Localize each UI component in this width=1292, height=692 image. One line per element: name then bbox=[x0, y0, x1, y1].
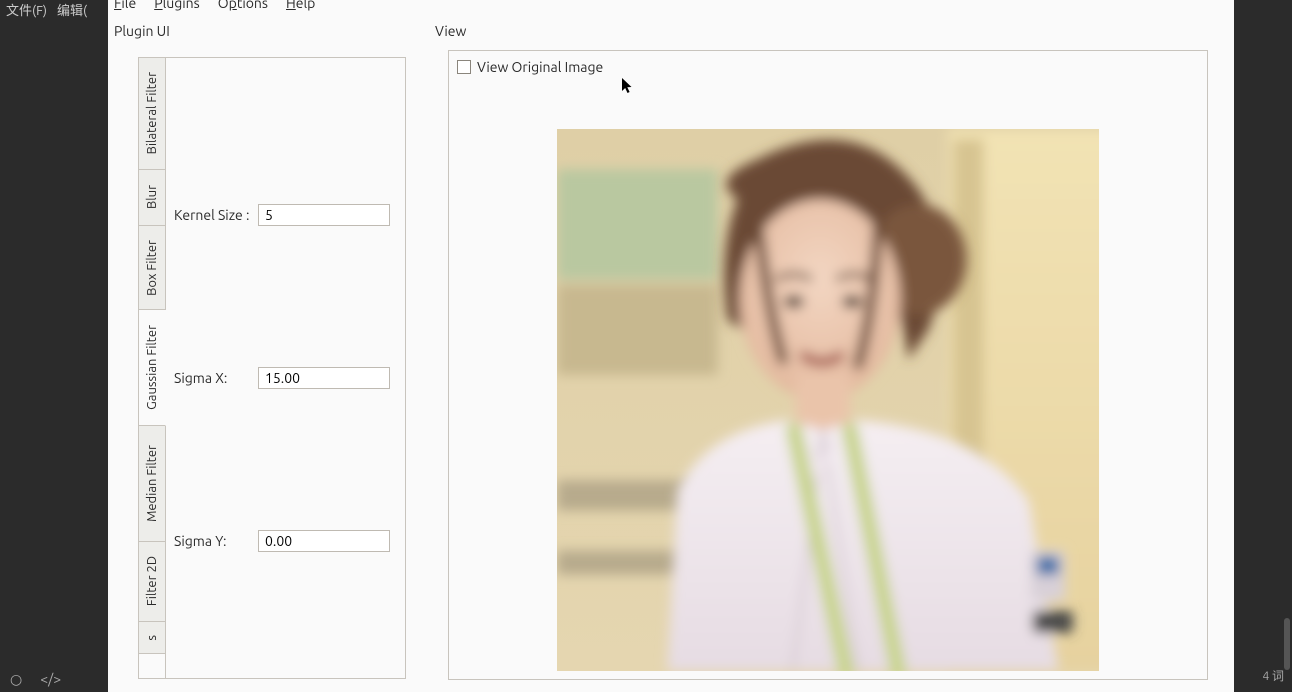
preview-image bbox=[557, 129, 1099, 671]
view-original-row: View Original Image bbox=[457, 59, 603, 75]
menu-options[interactable]: Options bbox=[218, 0, 268, 11]
right-dark-strip bbox=[1234, 0, 1292, 692]
filter-tab-strip: Bilateral Filter Blur Box Filter Gaussian F… bbox=[139, 58, 166, 678]
desktop-menu-edit[interactable]: 编辑( bbox=[57, 0, 87, 19]
filter-tab-label: s bbox=[145, 627, 159, 649]
sigma-x-label: Sigma X: bbox=[174, 370, 258, 386]
filter-tab-gaussian[interactable]: Gaussian Filter bbox=[139, 310, 166, 426]
sigma-x-input[interactable] bbox=[259, 368, 452, 388]
kernel-size-spinbox[interactable]: ▲ ▼ bbox=[258, 204, 390, 226]
sigma-x-row: Sigma X: ▲ ▼ bbox=[174, 367, 390, 389]
sigma-y-spinbox[interactable]: ▲ ▼ bbox=[258, 530, 390, 552]
filter-tab-label: Median Filter bbox=[145, 437, 159, 530]
sigma-y-label: Sigma Y: bbox=[174, 533, 258, 549]
sigma-x-spinbox[interactable]: ▲ ▼ bbox=[258, 367, 390, 389]
filter-tab-box[interactable]: Box Filter bbox=[139, 226, 165, 310]
kernel-size-row: Kernel Size : ▲ ▼ bbox=[174, 204, 390, 226]
kernel-size-label: Kernel Size : bbox=[174, 207, 258, 223]
filter-tab-s[interactable]: s bbox=[139, 622, 165, 654]
filter-tab-blur[interactable]: Blur bbox=[139, 170, 165, 226]
desktop-top-menu: 文件(F) 编辑( bbox=[0, 0, 114, 14]
app-menubar: File Plugins Options Help bbox=[108, 0, 1234, 13]
menu-help[interactable]: Help bbox=[286, 0, 315, 11]
filter-tab-content: Kernel Size : ▲ ▼ Sigma X: ▲ ▼ bbox=[166, 58, 405, 678]
filter-tab-label: Gaussian Filter bbox=[145, 317, 159, 418]
filter-tab-label: Filter 2D bbox=[145, 548, 159, 614]
view-label: View bbox=[435, 23, 466, 39]
filter-tab-bilateral[interactable]: Bilateral Filter bbox=[139, 58, 165, 170]
menu-file[interactable]: File bbox=[114, 0, 136, 11]
plugin-ui-label: Plugin UI bbox=[114, 23, 170, 39]
scrollbar-thumb[interactable] bbox=[1284, 618, 1290, 670]
view-original-checkbox[interactable] bbox=[457, 60, 471, 74]
filter-tab-median[interactable]: Median Filter bbox=[139, 426, 165, 542]
app-window: File Plugins Options Help Plugin UI View… bbox=[108, 0, 1234, 692]
plugin-ui-panel: Bilateral Filter Blur Box Filter Gaussian F… bbox=[138, 57, 406, 679]
view-panel: View Original Image bbox=[448, 50, 1208, 680]
status-code-icon: </> bbox=[40, 671, 61, 687]
sigma-y-row: Sigma Y: ▲ ▼ bbox=[174, 530, 390, 552]
filter-tab-label: Bilateral Filter bbox=[145, 64, 159, 162]
view-original-label: View Original Image bbox=[477, 59, 603, 75]
filter-tab-filter2d[interactable]: Filter 2D bbox=[139, 542, 165, 622]
filter-tab-label: Box Filter bbox=[145, 232, 159, 304]
desktop-menu-file[interactable]: 文件(F) bbox=[6, 0, 47, 19]
status-circle-icon: ○ bbox=[10, 671, 22, 688]
kernel-size-input[interactable] bbox=[259, 205, 452, 225]
sigma-y-input[interactable] bbox=[259, 531, 452, 551]
status-word-count: 4 词 bbox=[1262, 667, 1284, 684]
filter-tab-label: Blur bbox=[145, 177, 159, 217]
menu-plugins[interactable]: Plugins bbox=[154, 0, 200, 11]
desktop-statusbar: ○ </> bbox=[0, 666, 108, 692]
